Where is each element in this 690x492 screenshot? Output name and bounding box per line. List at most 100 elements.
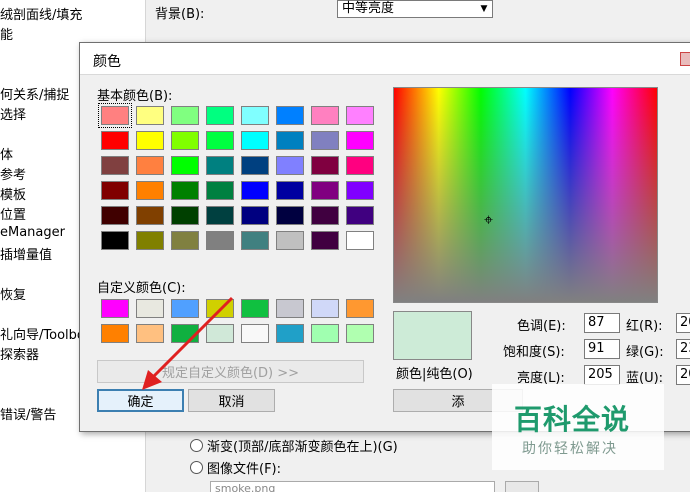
- browse-button[interactable]: [505, 481, 539, 492]
- image-file-input[interactable]: smoke.png: [210, 481, 495, 492]
- basic-color-swatch[interactable]: [346, 106, 374, 125]
- custom-color-swatch[interactable]: [101, 299, 129, 318]
- basic-color-swatch[interactable]: [101, 156, 129, 175]
- basic-color-swatch[interactable]: [311, 106, 339, 125]
- custom-color-swatch[interactable]: [276, 299, 304, 318]
- sidebar-item[interactable]: 何关系/捕捉: [0, 84, 69, 103]
- basic-color-swatch[interactable]: [346, 206, 374, 225]
- custom-color-swatch[interactable]: [346, 324, 374, 343]
- basic-color-swatch[interactable]: [206, 106, 234, 125]
- saturation-input[interactable]: 91: [584, 339, 620, 359]
- basic-color-swatch[interactable]: [136, 131, 164, 150]
- basic-color-swatch[interactable]: [136, 206, 164, 225]
- basic-color-swatch[interactable]: [171, 231, 199, 250]
- basic-color-swatch[interactable]: [276, 131, 304, 150]
- basic-color-swatch[interactable]: [311, 231, 339, 250]
- basic-color-swatch[interactable]: [98, 103, 132, 128]
- basic-color-swatch[interactable]: [136, 181, 164, 200]
- basic-color-swatch[interactable]: [346, 231, 374, 250]
- sidebar-item[interactable]: 恢复: [0, 284, 26, 303]
- custom-color-swatch[interactable]: [101, 324, 129, 343]
- sidebar-item[interactable]: 参考: [0, 164, 26, 183]
- sidebar-item[interactable]: 选择: [0, 104, 26, 123]
- basic-color-swatch[interactable]: [276, 231, 304, 250]
- basic-color-swatch[interactable]: [206, 131, 234, 150]
- chevron-down-icon[interactable]: ▼: [476, 1, 492, 17]
- custom-colors-label: 自定义颜色(C):: [97, 281, 186, 296]
- image-file-radio[interactable]: [190, 461, 203, 474]
- custom-color-swatch[interactable]: [136, 299, 164, 318]
- close-icon[interactable]: [680, 52, 690, 66]
- basic-color-swatch[interactable]: [101, 181, 129, 200]
- custom-color-swatch[interactable]: [311, 299, 339, 318]
- image-file-option[interactable]: 图像文件(F):: [190, 458, 281, 477]
- basic-color-swatch[interactable]: [241, 206, 269, 225]
- basic-color-swatch[interactable]: [136, 156, 164, 175]
- basic-color-swatch[interactable]: [346, 131, 374, 150]
- cancel-button[interactable]: 取消: [188, 389, 275, 412]
- luminance-input[interactable]: 205: [584, 365, 620, 385]
- basic-color-swatch[interactable]: [241, 156, 269, 175]
- basic-color-swatch[interactable]: [311, 206, 339, 225]
- custom-color-swatch[interactable]: [241, 299, 269, 318]
- custom-color-swatch[interactable]: [206, 299, 234, 318]
- sidebar-item[interactable]: eManager: [0, 225, 65, 240]
- basic-color-swatch[interactable]: [171, 206, 199, 225]
- basic-color-swatch[interactable]: [311, 181, 339, 200]
- sidebar-item[interactable]: 能: [0, 24, 13, 43]
- custom-color-swatch[interactable]: [136, 324, 164, 343]
- basic-color-swatch[interactable]: [241, 231, 269, 250]
- sidebar-item[interactable]: 礼向导/Toolbo: [0, 324, 85, 343]
- custom-color-swatch[interactable]: [311, 324, 339, 343]
- custom-color-swatch[interactable]: [276, 324, 304, 343]
- red-input[interactable]: 20: [676, 313, 690, 333]
- basic-color-swatch[interactable]: [136, 231, 164, 250]
- basic-color-swatch[interactable]: [171, 181, 199, 200]
- custom-color-swatch[interactable]: [206, 324, 234, 343]
- ok-button[interactable]: 确定: [97, 389, 184, 412]
- green-label: 绿(G):: [626, 345, 664, 360]
- basic-color-swatch[interactable]: [136, 106, 164, 125]
- basic-color-swatch[interactable]: [101, 131, 129, 150]
- basic-color-swatch[interactable]: [171, 106, 199, 125]
- basic-color-swatch[interactable]: [101, 206, 129, 225]
- sidebar-item[interactable]: 体: [0, 144, 13, 163]
- custom-color-swatch[interactable]: [171, 299, 199, 318]
- add-to-custom-label: 添: [451, 395, 465, 410]
- gradient-option[interactable]: 渐变(顶部/底部渐变颜色在上)(G): [190, 436, 398, 455]
- basic-color-swatch[interactable]: [206, 181, 234, 200]
- sidebar-item[interactable]: 错误/警告: [0, 404, 56, 423]
- basic-color-swatch[interactable]: [346, 181, 374, 200]
- basic-color-swatch[interactable]: [346, 156, 374, 175]
- blue-input[interactable]: 20: [676, 365, 690, 385]
- basic-color-swatch[interactable]: [171, 156, 199, 175]
- basic-color-swatch[interactable]: [171, 131, 199, 150]
- basic-color-swatch[interactable]: [206, 206, 234, 225]
- color-spectrum[interactable]: ⌖: [393, 87, 658, 303]
- background-select[interactable]: 中等亮度 ▼: [337, 0, 493, 18]
- gradient-radio[interactable]: [190, 439, 203, 452]
- sidebar-item[interactable]: 位置: [0, 204, 26, 223]
- sidebar-item[interactable]: 探索器: [0, 344, 39, 363]
- basic-color-swatch[interactable]: [276, 181, 304, 200]
- custom-color-swatch[interactable]: [171, 324, 199, 343]
- basic-color-swatch[interactable]: [241, 181, 269, 200]
- basic-color-swatch[interactable]: [311, 131, 339, 150]
- basic-color-swatch[interactable]: [311, 156, 339, 175]
- basic-color-swatch[interactable]: [206, 231, 234, 250]
- green-input[interactable]: 23: [676, 339, 690, 359]
- hue-input[interactable]: 87: [584, 313, 620, 333]
- basic-color-swatch[interactable]: [241, 131, 269, 150]
- sidebar-item[interactable]: 插增量值: [0, 244, 52, 263]
- basic-color-swatch[interactable]: [241, 106, 269, 125]
- basic-color-swatch[interactable]: [206, 156, 234, 175]
- custom-color-swatch[interactable]: [346, 299, 374, 318]
- custom-color-swatch[interactable]: [241, 324, 269, 343]
- sidebar-item[interactable]: 模板: [0, 184, 26, 203]
- sidebar-item[interactable]: 绒剖面线/填充: [0, 4, 82, 23]
- define-custom-colors-button[interactable]: 规定自定义颜色(D) >>: [97, 360, 364, 383]
- basic-color-swatch[interactable]: [276, 106, 304, 125]
- basic-color-swatch[interactable]: [101, 231, 129, 250]
- basic-color-swatch[interactable]: [276, 206, 304, 225]
- basic-color-swatch[interactable]: [276, 156, 304, 175]
